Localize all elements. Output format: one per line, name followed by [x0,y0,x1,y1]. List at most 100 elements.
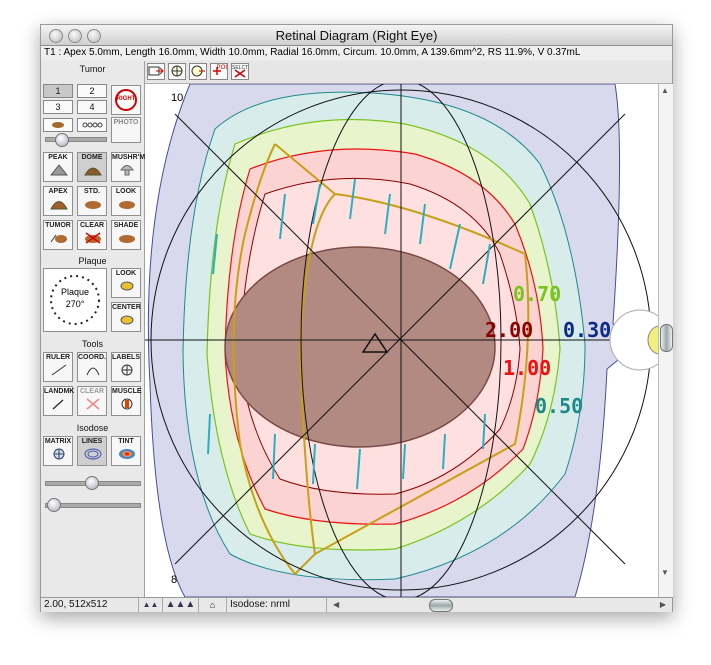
right-badge-label: RIGHT [116,96,136,102]
isodose-slider-1-thumb[interactable] [85,476,99,490]
matrix-icon [53,448,65,460]
plaque-heading: Plaque [78,256,107,266]
tumor-button[interactable]: TUMOR [43,220,73,250]
look-label: LOOK [115,188,137,195]
vertical-scroll-thumb[interactable] [660,324,673,352]
labels-label: LABELS [112,354,140,361]
clear-icon [85,232,101,244]
photo-button[interactable]: PHOTO [111,117,141,143]
plaque-center-icon [120,315,134,325]
mushroom-button[interactable]: MUSHR'M [111,152,146,182]
dot-marker-icon [52,122,64,128]
single-marker-button[interactable] [43,118,73,132]
mushroom-icon [120,165,134,176]
plaque-look-label: LOOK [115,270,137,277]
multi-marker-button[interactable] [77,118,107,132]
tint-button[interactable]: TINT [111,436,141,466]
landmark-label: LANDMK [44,388,75,395]
ruler-button[interactable]: RULER [43,352,73,382]
plaque-look-button[interactable]: LOOK [111,268,141,298]
target-tool-icon [171,65,183,77]
muscle-icon [121,398,133,410]
labels-button[interactable]: LABELS [111,352,141,382]
labels-icon [121,364,133,376]
horizontal-scrollbar[interactable]: ◀ ▶ [327,598,672,612]
retinal-diagram-window: Retinal Diagram (Right Eye) T1 : Apex 5.… [40,24,673,612]
clear-landmark-button[interactable]: CLEAR [77,386,107,416]
tumor-heading: Tumor [79,64,106,74]
dome-button[interactable]: DOME [77,152,107,182]
shade-button[interactable]: SHADE [111,220,141,250]
landmark-icon [52,399,64,410]
tumor-1-button[interactable]: 1 [43,84,73,98]
tumor-3-button[interactable]: 3 [43,100,73,114]
plaque-dial-label: Plaque [60,287,90,297]
matrix-button[interactable]: MATRIX [43,436,73,466]
shade-icon [119,235,135,243]
arrow-tool-button[interactable] [147,63,165,80]
dome-label: DOME [81,154,103,161]
zoom-out-button[interactable]: ▲▲ [139,598,163,612]
vertical-scrollbar[interactable]: ▲ ▼ [658,84,673,597]
coordinate-label: COORD. [78,354,106,361]
right-eye-button[interactable]: RIGHT [111,85,141,115]
look-button[interactable]: LOOK [111,186,141,216]
plaque-center-label: CENTER [112,304,141,311]
landmark-button[interactable]: LANDMK [43,386,75,416]
plaque-dial[interactable]: Plaque 270° [43,268,107,332]
zoom-info: 2.00, 512x512 [41,598,139,612]
photo-label: PHOTO [113,119,139,126]
scroll-right-arrow-icon[interactable]: ▶ [660,598,666,612]
muscle-button[interactable]: MUSCLE [111,386,142,416]
target-tool-button[interactable] [168,63,186,80]
small-mountain-icon: ▲▲ [142,600,159,609]
apex-icon [50,201,68,210]
mushroom-label: MUSHR'M [112,154,146,161]
isodose-label-0.70: 0.70 [513,282,562,306]
home-button[interactable]: ⌂ [199,598,227,612]
retinal-diagram-canvas[interactable]: 10 8 0.70 2.00 0.30 1.00 0.50 [145,84,658,597]
eye-tool-button[interactable] [189,63,207,80]
large-mountain-icon: ▲▲▲ [165,599,196,610]
tumor-4-button[interactable]: 4 [77,100,107,114]
plaque-look-icon [120,281,134,291]
dome-icon [84,167,102,176]
shade-label: SHADE [113,222,139,229]
apex-button[interactable]: APEX [43,186,73,216]
lines-button[interactable]: LINES [77,436,107,466]
isodose-heading: Isodose [76,423,109,433]
tools-heading: Tools [81,339,103,349]
tumor-info-text: T1 : Apex 5.0mm, Length 16.0mm, Width 10… [41,46,672,60]
zoom-in-button[interactable]: ▲▲▲ [163,598,199,612]
scroll-up-arrow-icon[interactable]: ▲ [661,86,669,95]
arrow-tool-icon [148,66,164,76]
coordinate-button[interactable]: COORD. [77,352,107,382]
select-label: SELCT [232,65,249,71]
standard-icon [85,201,101,209]
lines-icon [84,448,102,460]
peak-button[interactable]: PEAK [43,152,73,182]
scroll-left-arrow-icon[interactable]: ◀ [333,598,339,612]
window-title: Retinal Diagram (Right Eye) [275,28,438,43]
dots-marker-icon [82,122,103,128]
tumor-2-button[interactable]: 2 [77,84,107,98]
title-bar[interactable]: Retinal Diagram (Right Eye) [41,25,672,46]
plaque-center-button[interactable]: CENTER [111,302,141,332]
muscle-label: MUSCLE [112,388,142,395]
clear-tumor-button[interactable]: CLEAR [77,220,107,250]
isodose-mode[interactable]: Isodose: nrml [227,598,327,612]
isodose-slider-2-thumb[interactable] [47,498,61,512]
horizontal-scroll-thumb[interactable] [429,599,453,612]
scroll-down-arrow-icon[interactable]: ▼ [661,568,669,577]
standard-button[interactable]: STD. [77,186,107,216]
isodose-label-0.50: 0.50 [535,394,584,418]
poi-tool-button[interactable]: POI [210,63,228,80]
clear-landmark-icon [86,398,100,410]
select-tool-button[interactable]: SELCT [231,63,249,80]
tumor-slider-thumb[interactable] [55,133,69,147]
tumor-icon [50,234,67,243]
isodose-label-1.00: 1.00 [503,356,552,380]
tumor-outline [224,246,496,448]
eye-tool-icon [191,65,205,77]
plaque-angle: 270° [65,299,85,309]
